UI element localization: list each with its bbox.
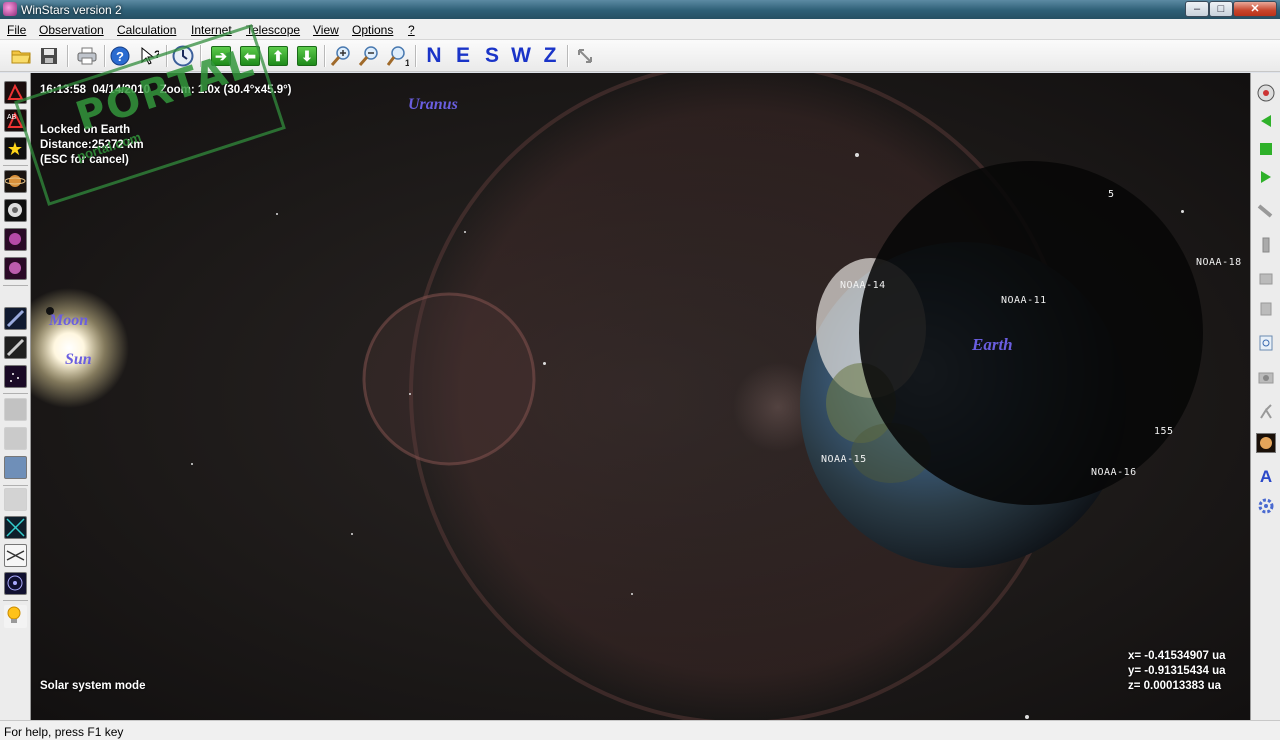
arrow-down-icon[interactable]: ⬇ bbox=[295, 44, 319, 68]
menu-observation[interactable]: Observation bbox=[39, 23, 104, 37]
status-bar: For help, press F1 key bbox=[0, 720, 1280, 740]
menu-help[interactable]: ? bbox=[408, 23, 415, 37]
milky-way-icon[interactable] bbox=[4, 365, 27, 388]
menu-options[interactable]: Options bbox=[352, 23, 393, 37]
compass-zenith-button[interactable]: Z bbox=[538, 44, 562, 68]
hud-coordinates: x= -0.41534907 ua y= -0.91315434 ua z= 0… bbox=[1128, 649, 1226, 694]
save-icon[interactable] bbox=[37, 44, 61, 68]
landscape-icon[interactable] bbox=[4, 398, 27, 421]
sat-5[interactable]: 5 bbox=[1108, 189, 1115, 200]
camera-icon[interactable] bbox=[1256, 367, 1276, 387]
planets-icon[interactable] bbox=[4, 170, 27, 193]
telescope-icon[interactable] bbox=[1256, 201, 1276, 221]
asteroids-icon[interactable] bbox=[4, 336, 27, 359]
print-icon[interactable] bbox=[75, 44, 99, 68]
zoom-reset-icon[interactable]: 1 bbox=[386, 44, 410, 68]
orbits-icon[interactable] bbox=[4, 572, 27, 595]
hud-mode: Solar system mode bbox=[40, 680, 146, 692]
galaxies-icon[interactable] bbox=[4, 257, 27, 280]
svg-text:AB: AB bbox=[7, 114, 17, 121]
filter-icon[interactable] bbox=[1256, 299, 1276, 319]
hud-coord-x: x= -0.41534907 ua bbox=[1128, 650, 1226, 662]
maximize-button[interactable]: □ bbox=[1209, 1, 1233, 17]
mount-icon[interactable] bbox=[1256, 401, 1276, 421]
stop-icon[interactable] bbox=[1256, 139, 1276, 159]
sat-155[interactable]: 155 bbox=[1154, 426, 1174, 437]
menu-view[interactable]: View bbox=[313, 23, 339, 37]
svg-text:?: ? bbox=[116, 49, 124, 64]
film-reel-icon[interactable] bbox=[1256, 83, 1276, 103]
compass-east-button[interactable]: E bbox=[451, 44, 475, 68]
compass-west-button[interactable]: W bbox=[509, 44, 533, 68]
menu-bar: File Observation Calculation Internet Te… bbox=[0, 19, 1280, 40]
right-sidebar: A bbox=[1250, 73, 1280, 720]
zoom-out-icon[interactable] bbox=[357, 44, 381, 68]
label-uranus[interactable]: Uranus bbox=[408, 96, 458, 114]
sat-noaa-18[interactable]: NOAA-18 bbox=[1196, 257, 1242, 268]
comets-icon[interactable] bbox=[4, 307, 27, 330]
sat-noaa-11[interactable]: NOAA-11 bbox=[1001, 295, 1047, 306]
ccd-icon[interactable] bbox=[1256, 269, 1276, 289]
eyepiece-icon[interactable] bbox=[1256, 235, 1276, 255]
sky-canvas bbox=[31, 73, 1203, 720]
menu-calculation[interactable]: Calculation bbox=[117, 23, 176, 37]
label-sun[interactable]: Sun bbox=[65, 351, 92, 369]
left-sidebar: AB ★ bbox=[0, 73, 31, 720]
window-title: WinStars version 2 bbox=[21, 3, 122, 17]
compass-south-button[interactable]: S bbox=[480, 44, 504, 68]
svg-text:1: 1 bbox=[405, 58, 409, 67]
play-backward-icon[interactable] bbox=[1256, 111, 1276, 131]
zoom-in-icon[interactable] bbox=[329, 44, 353, 68]
sat-noaa-15[interactable]: NOAA-15 bbox=[821, 454, 867, 465]
ground-icon[interactable] bbox=[4, 488, 27, 511]
planet-view-icon[interactable] bbox=[1256, 433, 1276, 453]
atmosphere-icon[interactable] bbox=[4, 456, 27, 479]
label-moon[interactable]: Moon bbox=[49, 312, 88, 330]
play-forward-icon[interactable] bbox=[1256, 167, 1276, 187]
settings-gear-icon[interactable] bbox=[1256, 496, 1276, 516]
satellites-icon[interactable] bbox=[4, 199, 27, 222]
search-object-icon[interactable] bbox=[1256, 333, 1276, 353]
fullscreen-icon[interactable] bbox=[573, 44, 597, 68]
open-folder-icon[interactable] bbox=[9, 44, 33, 68]
sat-noaa-14[interactable]: NOAA-14 bbox=[840, 280, 886, 291]
close-button[interactable]: ✕ bbox=[1233, 1, 1277, 17]
lightbulb-icon[interactable] bbox=[4, 605, 27, 628]
compass-north-button[interactable]: N bbox=[422, 44, 446, 68]
hud-coord-z: z= 0.00013383 ua bbox=[1128, 680, 1222, 692]
status-text: For help, press F1 key bbox=[4, 725, 124, 739]
hud-coord-y: y= -0.91315434 ua bbox=[1128, 665, 1226, 677]
font-icon[interactable]: A bbox=[1256, 467, 1276, 487]
stars-icon[interactable]: ★ bbox=[4, 137, 27, 160]
grid-icon[interactable] bbox=[4, 516, 27, 539]
arrow-up-icon[interactable]: ⬆ bbox=[266, 44, 290, 68]
app-icon[interactable] bbox=[3, 2, 17, 16]
label-earth[interactable]: Earth bbox=[972, 335, 1013, 355]
svg-text:★: ★ bbox=[7, 139, 23, 159]
title-bar: WinStars version 2 – □ ✕ bbox=[0, 0, 1280, 19]
menu-file[interactable]: File bbox=[7, 23, 26, 37]
minimize-button[interactable]: – bbox=[1185, 1, 1209, 17]
sun-body bbox=[31, 288, 129, 408]
nebulae-icon[interactable] bbox=[4, 228, 27, 251]
sat-noaa-16[interactable]: NOAA-16 bbox=[1091, 467, 1137, 478]
horizon-icon[interactable] bbox=[4, 427, 27, 450]
ecliptic-icon[interactable] bbox=[4, 544, 27, 567]
sky-view[interactable]: 16:13:58 04/14/2010 Zoom: 1.0x (30.4°x45… bbox=[31, 73, 1250, 720]
